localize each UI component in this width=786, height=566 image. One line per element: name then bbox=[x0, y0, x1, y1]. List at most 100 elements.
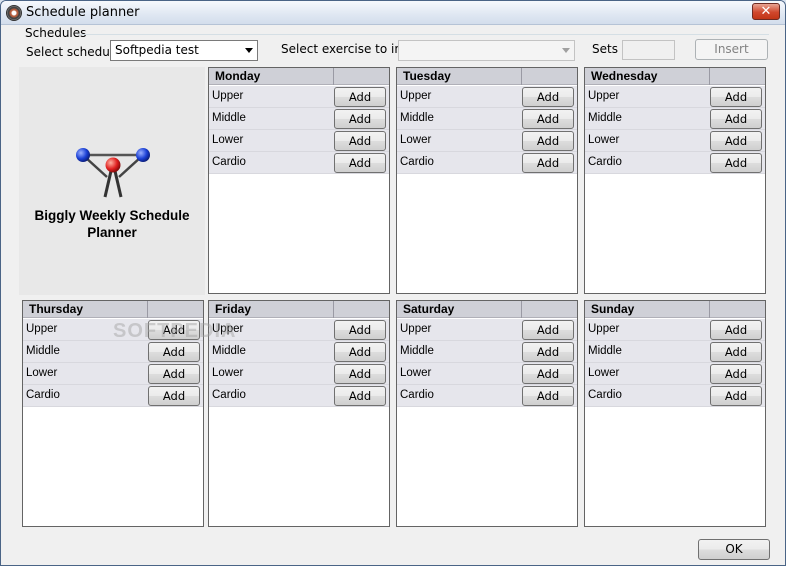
column-separator bbox=[521, 68, 522, 85]
add-button[interactable]: Add bbox=[334, 131, 386, 151]
add-button[interactable]: Add bbox=[710, 109, 762, 129]
add-button[interactable]: Add bbox=[334, 342, 386, 362]
add-button[interactable]: Add bbox=[148, 364, 200, 384]
category-label: Upper bbox=[588, 323, 620, 335]
list-item: Middle Add bbox=[397, 341, 577, 363]
category-label: Lower bbox=[588, 134, 620, 146]
add-button[interactable]: Add bbox=[710, 342, 762, 362]
add-button[interactable]: Add bbox=[522, 342, 574, 362]
add-button[interactable]: Add bbox=[710, 320, 762, 340]
category-label: Upper bbox=[400, 90, 432, 102]
schedule-planner-window: Schedule planner ✕ Schedules Select sche… bbox=[0, 0, 786, 566]
category-label: Cardio bbox=[588, 156, 622, 168]
sets-label: Sets bbox=[592, 42, 618, 56]
list-item: Lower Add bbox=[397, 130, 577, 152]
day-name: Thursday bbox=[29, 302, 84, 316]
list-item: Lower Add bbox=[209, 363, 389, 385]
list-item: Lower Add bbox=[209, 130, 389, 152]
chevron-down-icon[interactable] bbox=[562, 48, 570, 53]
schedule-select[interactable]: Softpedia test bbox=[110, 40, 258, 61]
day-header: Saturday bbox=[397, 301, 577, 318]
group-divider bbox=[77, 34, 769, 35]
add-button[interactable]: Add bbox=[522, 364, 574, 384]
list-item: Upper Add bbox=[209, 86, 389, 108]
add-button[interactable]: Add bbox=[148, 342, 200, 362]
app-icon bbox=[6, 5, 22, 21]
list-item: Cardio Add bbox=[585, 152, 765, 174]
column-separator bbox=[709, 301, 710, 318]
list-item: Cardio Add bbox=[209, 385, 389, 407]
client-area: Schedules Select schedule Softpedia test… bbox=[1, 25, 785, 565]
list-item: Middle Add bbox=[209, 108, 389, 130]
add-button[interactable]: Add bbox=[148, 386, 200, 406]
add-button[interactable]: Add bbox=[334, 109, 386, 129]
day-panel-tuesday: Tuesday Upper Add Middle Add Lower Add Cardio Ad… bbox=[396, 67, 578, 294]
list-item: Upper Add bbox=[397, 86, 577, 108]
app-name-title: Biggly Weekly Schedule Planner bbox=[19, 207, 205, 241]
day-name: Friday bbox=[215, 302, 252, 316]
add-button[interactable]: Add bbox=[334, 364, 386, 384]
list-item: Cardio Add bbox=[209, 152, 389, 174]
add-button[interactable]: Add bbox=[522, 153, 574, 173]
category-label: Cardio bbox=[400, 156, 434, 168]
list-item: Cardio Add bbox=[585, 385, 765, 407]
category-label: Upper bbox=[212, 90, 244, 102]
category-label: Middle bbox=[400, 112, 434, 124]
add-button[interactable]: Add bbox=[522, 386, 574, 406]
list-item: Middle Add bbox=[585, 108, 765, 130]
day-name: Sunday bbox=[591, 302, 635, 316]
add-button[interactable]: Add bbox=[522, 320, 574, 340]
day-name: Wednesday bbox=[591, 69, 658, 83]
sets-input[interactable] bbox=[622, 40, 675, 60]
list-item: Upper Add bbox=[397, 319, 577, 341]
add-button[interactable]: Add bbox=[710, 386, 762, 406]
list-item: Lower Add bbox=[23, 363, 203, 385]
app-name-line1: Biggly Weekly Schedule bbox=[34, 208, 190, 223]
day-panel-saturday: Saturday Upper Add Middle Add Lower Add Cardio A… bbox=[396, 300, 578, 527]
insert-button[interactable]: Insert bbox=[695, 39, 768, 60]
column-separator bbox=[333, 68, 334, 85]
category-label: Middle bbox=[26, 345, 60, 357]
category-label: Middle bbox=[588, 112, 622, 124]
add-button[interactable]: Add bbox=[710, 87, 762, 107]
day-name: Tuesday bbox=[403, 69, 451, 83]
day-header: Tuesday bbox=[397, 68, 577, 85]
category-label: Middle bbox=[400, 345, 434, 357]
list-item: Middle Add bbox=[397, 108, 577, 130]
add-button[interactable]: Add bbox=[710, 131, 762, 151]
category-label: Upper bbox=[588, 90, 620, 102]
add-button[interactable]: Add bbox=[334, 386, 386, 406]
add-button[interactable]: Add bbox=[522, 131, 574, 151]
add-button[interactable]: Add bbox=[522, 109, 574, 129]
barbell-logo-icon bbox=[76, 148, 150, 198]
list-item: Lower Add bbox=[585, 130, 765, 152]
add-button[interactable]: Add bbox=[710, 153, 762, 173]
list-item: Lower Add bbox=[585, 363, 765, 385]
select-schedule-label: Select schedule bbox=[26, 45, 121, 59]
category-label: Lower bbox=[26, 367, 58, 379]
ok-button[interactable]: OK bbox=[698, 539, 770, 560]
category-label: Middle bbox=[212, 345, 246, 357]
list-item: Lower Add bbox=[397, 363, 577, 385]
exercise-select[interactable] bbox=[398, 40, 575, 61]
title-bar[interactable]: Schedule planner ✕ bbox=[1, 1, 785, 25]
day-header: Monday bbox=[209, 68, 389, 85]
list-item: Cardio Add bbox=[397, 152, 577, 174]
close-button[interactable]: ✕ bbox=[752, 3, 780, 20]
category-label: Lower bbox=[400, 134, 432, 146]
category-label: Cardio bbox=[400, 389, 434, 401]
add-button[interactable]: Add bbox=[710, 364, 762, 384]
chevron-down-icon[interactable] bbox=[245, 48, 253, 53]
add-button[interactable]: Add bbox=[334, 153, 386, 173]
add-button[interactable]: Add bbox=[334, 87, 386, 107]
add-button[interactable]: Add bbox=[522, 87, 574, 107]
add-button[interactable]: Add bbox=[334, 320, 386, 340]
list-item: Upper Add bbox=[585, 86, 765, 108]
watermark: SOFTPEDIA bbox=[113, 320, 237, 342]
category-label: Upper bbox=[26, 323, 58, 335]
column-separator bbox=[709, 68, 710, 85]
day-header: Thursday bbox=[23, 301, 203, 318]
day-header: Wednesday bbox=[585, 68, 765, 85]
list-item: Middle Add bbox=[23, 341, 203, 363]
day-panel-sunday: Sunday Upper Add Middle Add Lower Add Cardio Add bbox=[584, 300, 766, 527]
